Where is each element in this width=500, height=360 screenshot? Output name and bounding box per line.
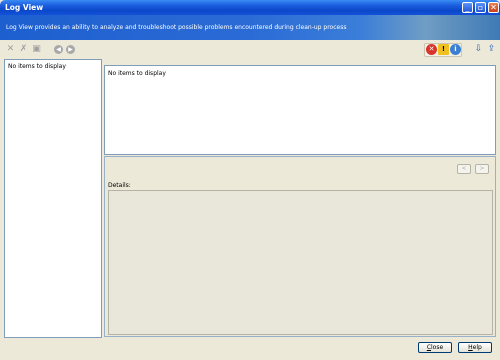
window-title: Log View xyxy=(5,3,44,12)
log-list-empty-text: No items to display xyxy=(108,70,166,77)
details-panel: < > Details: xyxy=(104,156,496,337)
error-filter-icon[interactable]: ✕ xyxy=(426,44,437,55)
import-icon[interactable]: ⇩ xyxy=(473,44,484,55)
delete-icon[interactable]: ✕ xyxy=(5,44,16,55)
close-button-label: lose xyxy=(431,344,444,351)
export-icon[interactable]: ⇪ xyxy=(486,44,497,55)
help-button[interactable]: Help xyxy=(458,342,492,353)
window-close-button[interactable]: ✕ xyxy=(488,2,499,13)
minimize-button[interactable]: _ xyxy=(462,2,473,13)
details-label: Details: xyxy=(108,182,131,189)
toolbar: ✕ ✗ ▣ ◀ ▶ ✕ ! i ⇩ ⇪ xyxy=(0,41,500,59)
banner-text: Log View provides an ability to analyze … xyxy=(6,24,347,31)
left-list-empty-text: No items to display xyxy=(8,63,66,70)
next-button[interactable]: > xyxy=(475,164,489,174)
log-list-panel[interactable]: No items to display xyxy=(104,65,496,155)
back-icon[interactable]: ◀ xyxy=(54,45,63,54)
details-text-area[interactable] xyxy=(108,190,493,335)
previous-button[interactable]: < xyxy=(457,164,471,174)
left-list-panel[interactable]: No items to display xyxy=(4,59,102,338)
help-button-label: elp xyxy=(472,344,482,351)
info-filter-icon[interactable]: i xyxy=(450,44,461,55)
close-button[interactable]: Close xyxy=(418,342,452,353)
description-banner: Log View provides an ability to analyze … xyxy=(0,15,500,40)
maximize-button[interactable]: ▫ xyxy=(475,2,486,13)
save-icon[interactable]: ▣ xyxy=(31,44,42,55)
forward-icon[interactable]: ▶ xyxy=(66,45,75,54)
delete-all-icon[interactable]: ✗ xyxy=(18,44,29,55)
warning-filter-icon[interactable]: ! xyxy=(438,44,449,55)
title-bar: Log View _ ▫ ✕ xyxy=(0,0,500,15)
